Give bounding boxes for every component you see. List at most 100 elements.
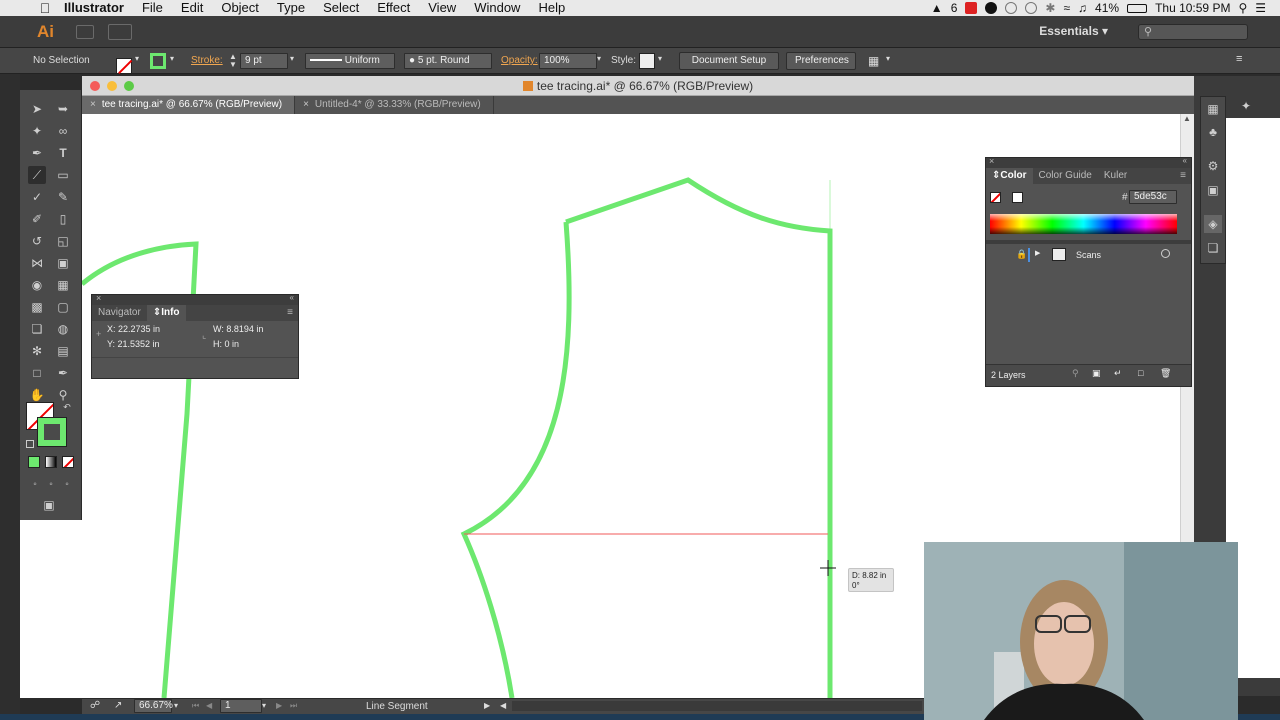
mesh-tool-icon[interactable]: ▩ (28, 298, 46, 316)
locate-object-icon[interactable]: ⚲ (1072, 368, 1079, 379)
bridge-icon[interactable] (76, 24, 94, 39)
arrange-icon[interactable]: ▦ (868, 54, 879, 68)
bluetooth-icon[interactable]: ✱ (1045, 1, 1055, 15)
wifi-icon[interactable]: ≈ (1063, 1, 1070, 15)
gradient-tool-icon[interactable]: ▢ (54, 298, 72, 316)
control-panel-menu-icon[interactable]: ≡ (1236, 53, 1242, 65)
zoom-field[interactable]: 66.67% (134, 699, 173, 713)
armhole-curve[interactable] (460, 221, 572, 698)
graphic-styles-icon[interactable]: ▣ (1204, 181, 1222, 199)
expand-layer-icon[interactable]: ▶ (1035, 249, 1040, 257)
magic-wand-tool-icon[interactable]: ✦ (28, 122, 46, 140)
column-graph-tool-icon[interactable]: ▤ (54, 342, 72, 360)
tab-info[interactable]: ⇕Info (146, 305, 186, 321)
menu-help[interactable]: Help (529, 0, 574, 16)
document-setup-button[interactable]: Document Setup (679, 52, 779, 70)
artboards-icon[interactable]: ❏ (1204, 239, 1222, 257)
menu-select[interactable]: Select (314, 0, 368, 16)
volume-icon[interactable]: ♫ (1078, 1, 1087, 15)
collapse-panel-icon[interactable]: « (1183, 156, 1187, 165)
lasso-tool-icon[interactable]: ∞ (54, 122, 72, 140)
gradient-mode-icon[interactable] (45, 456, 57, 468)
close-tab-icon[interactable]: × (90, 99, 96, 110)
layer-name[interactable]: Scans (1076, 250, 1101, 260)
draw-inside-icon[interactable]: ◦ (58, 476, 76, 494)
stroke-weight-dropdown-icon[interactable]: ▾ (290, 54, 294, 63)
red-app-icon[interactable] (965, 2, 978, 14)
scale-tool-icon[interactable]: ◱ (54, 232, 72, 250)
next-artboard-icon[interactable]: ▶ (276, 701, 282, 710)
stroke-swatch[interactable] (150, 53, 166, 69)
horizontal-scrollbar[interactable] (512, 701, 922, 711)
menu-app-name[interactable]: Illustrator (60, 0, 133, 16)
opacity-dropdown-icon[interactable]: ▾ (597, 54, 601, 63)
battery-icon[interactable] (1127, 3, 1148, 13)
close-tab-icon[interactable]: × (303, 99, 309, 110)
minimize-window-icon[interactable] (107, 81, 117, 91)
artboard-nav-icon[interactable]: ☍ (90, 700, 100, 711)
brushes-icon[interactable]: ♣ (1204, 123, 1222, 141)
fill-swatch[interactable] (116, 57, 132, 74)
layers-icon[interactable]: ◈ (1204, 215, 1222, 233)
arrange-documents-icon[interactable] (108, 23, 132, 40)
selection-tool-icon[interactable]: ➤ (28, 100, 46, 118)
color-spectrum[interactable] (990, 214, 1177, 234)
swatches-icon[interactable]: ▦ (1204, 100, 1222, 118)
preferences-button[interactable]: Preferences (786, 52, 856, 70)
artboard-dropdown-icon[interactable]: ▾ (262, 701, 266, 710)
none-mode-icon[interactable] (62, 456, 74, 468)
pencil-tool-icon[interactable]: ✎ (54, 188, 72, 206)
free-transform-tool-icon[interactable]: ▣ (54, 254, 72, 272)
tab-tee-tracing[interactable]: × tee tracing.ai* @ 66.67% (RGB/Preview) (82, 96, 296, 114)
lock-icon[interactable]: 🔒 (1016, 249, 1027, 260)
target-icon[interactable] (1161, 249, 1170, 258)
layer-row-scans[interactable]: 🔒 ▶ Scans (990, 248, 1187, 264)
artboard-tool-icon[interactable]: □ (28, 364, 46, 382)
stroke-stepper-icon[interactable]: ▲ ▼ (229, 53, 237, 69)
rectangle-tool-icon[interactable]: ▭ (54, 166, 72, 184)
opacity-label[interactable]: Opacity: (501, 55, 538, 66)
hscroll-left-icon[interactable]: ◀ (500, 701, 506, 710)
perspective-grid-tool-icon[interactable]: ▦ (54, 276, 72, 294)
blob-brush-tool-icon[interactable]: ✐ (28, 210, 46, 228)
close-window-icon[interactable] (90, 81, 100, 91)
fill-dropdown-icon[interactable]: ▾ (135, 54, 139, 63)
swap-fill-stroke-icon[interactable]: ↶ (58, 398, 76, 416)
collapse-panel-icon[interactable]: « (290, 293, 294, 302)
spotlight-icon[interactable]: ⚲ (1238, 1, 1247, 15)
stroke-dropdown-icon[interactable]: ▾ (170, 54, 174, 63)
notification-center-icon[interactable]: ☰ (1255, 1, 1266, 15)
brush-definition[interactable]: ● 5 pt. Round (404, 53, 492, 69)
workspace-switcher[interactable]: Essentials ▾ (1039, 24, 1108, 38)
sync-icon[interactable] (1005, 2, 1018, 14)
eyedropper-tool-icon[interactable]: ❏ (28, 320, 46, 338)
zoom-dropdown-icon[interactable]: ▾ (174, 701, 178, 710)
help-search-input[interactable]: ⚲ (1138, 24, 1248, 40)
panel-menu-icon[interactable]: ≡ (287, 305, 298, 321)
style-swatch[interactable] (639, 53, 655, 69)
symbol-sprayer-tool-icon[interactable]: ✻ (28, 342, 46, 360)
first-artboard-icon[interactable]: ⏮ (192, 701, 199, 711)
color-mode-icon[interactable] (28, 456, 40, 468)
stroke-color-box[interactable] (37, 417, 67, 447)
record-icon[interactable] (985, 2, 998, 14)
default-fill-stroke-icon[interactable] (26, 440, 34, 448)
style-dropdown-icon[interactable]: ▾ (658, 54, 662, 63)
panel-menu-icon[interactable]: ≡ (1180, 168, 1191, 184)
stroke-label[interactable]: Stroke: (191, 55, 223, 66)
new-layer-icon[interactable]: □ (1138, 368, 1143, 378)
opacity-field[interactable]: 100% (539, 53, 597, 69)
tee-front-pattern-piece[interactable] (565, 177, 833, 698)
menu-effect[interactable]: Effect (368, 0, 419, 16)
tab-color[interactable]: ⇕Color (986, 168, 1033, 184)
menu-object[interactable]: Object (212, 0, 268, 16)
close-panel-icon[interactable]: × (96, 293, 101, 303)
menu-view[interactable]: View (419, 0, 465, 16)
tab-kuler[interactable]: Kuler (1098, 168, 1133, 184)
close-panel-icon[interactable]: × (989, 156, 994, 166)
tab-untitled-4[interactable]: × Untitled-4* @ 33.33% (RGB/Preview) (295, 96, 494, 114)
previous-artboard-icon[interactable]: ◀ (206, 701, 212, 710)
arrange-dropdown-icon[interactable]: ▾ (886, 54, 890, 63)
pen-tool-icon[interactable]: ✒ (28, 144, 46, 162)
scroll-up-icon[interactable]: ▲ (1183, 114, 1191, 123)
